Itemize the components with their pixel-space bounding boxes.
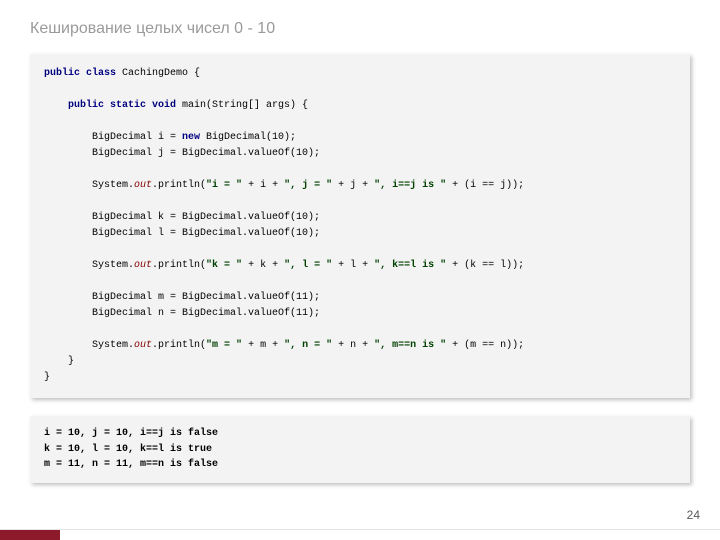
code-text: System. xyxy=(44,180,134,191)
code-str: ", j = " xyxy=(284,180,332,191)
code-text: } xyxy=(44,372,50,383)
code-text: BigDecimal k = BigDecimal.valueOf(10); xyxy=(44,212,320,223)
code-text: + (k == l)); xyxy=(446,260,524,271)
footer-divider xyxy=(0,529,720,530)
code-text: System. xyxy=(44,340,134,351)
code-out: out xyxy=(134,180,152,191)
code-text: } xyxy=(44,356,74,367)
code-text: CachingDemo { xyxy=(116,68,200,79)
code-block: public class CachingDemo { public static… xyxy=(30,54,690,398)
code-str: ", l = " xyxy=(284,260,332,271)
output-block: i = 10, j = 10, i==j is false k = 10, l … xyxy=(30,416,690,483)
slide-title: Кеширование целых чисел 0 - 10 xyxy=(0,0,720,38)
code-str: ", n = " xyxy=(284,340,332,351)
footer-accent xyxy=(0,530,60,540)
page-number: 24 xyxy=(687,508,700,522)
code-str: "m = " xyxy=(206,340,242,351)
code-text: + (i == j)); xyxy=(446,180,524,191)
code-out: out xyxy=(134,260,152,271)
code-text: BigDecimal j = BigDecimal.valueOf(10); xyxy=(44,148,320,159)
code-text: main(String[] args) { xyxy=(176,100,308,111)
code-text: + m + xyxy=(242,340,284,351)
code-text: .println( xyxy=(152,260,206,271)
code-text: + j + xyxy=(332,180,374,191)
code-text: System. xyxy=(44,260,134,271)
code-text: .println( xyxy=(152,180,206,191)
code-str: ", i==j is " xyxy=(374,180,446,191)
code-text: + (m == n)); xyxy=(446,340,524,351)
code-text: + l + xyxy=(332,260,374,271)
code-text: + k + xyxy=(242,260,284,271)
code-text: BigDecimal m = BigDecimal.valueOf(11); xyxy=(44,292,320,303)
code-kw: public class xyxy=(44,68,116,79)
code-str: ", k==l is " xyxy=(374,260,446,271)
code-out: out xyxy=(134,340,152,351)
code-str: "k = " xyxy=(206,260,242,271)
code-str: "i = " xyxy=(206,180,242,191)
code-text: + i + xyxy=(242,180,284,191)
code-text: + n + xyxy=(332,340,374,351)
code-text: BigDecimal i = xyxy=(44,132,182,143)
code-text: .println( xyxy=(152,340,206,351)
code-kw: new xyxy=(182,132,200,143)
code-text: BigDecimal(10); xyxy=(200,132,296,143)
code-text: BigDecimal l = BigDecimal.valueOf(10); xyxy=(44,228,320,239)
code-str: ", m==n is " xyxy=(374,340,446,351)
code-kw: public static void xyxy=(44,100,176,111)
code-text: BigDecimal n = BigDecimal.valueOf(11); xyxy=(44,308,320,319)
